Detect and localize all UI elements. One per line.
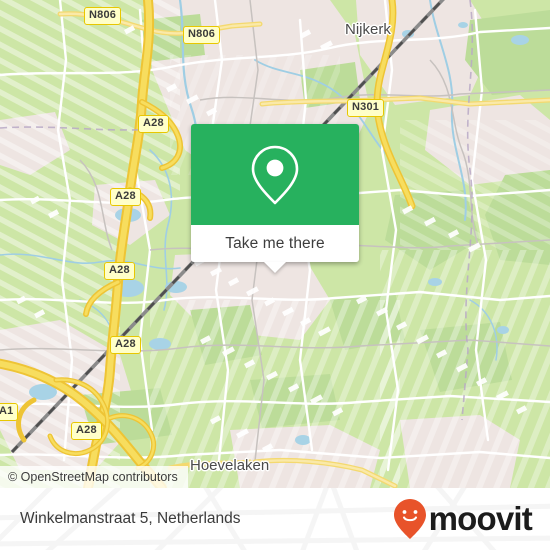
address-text: Winkelmanstraat 5, Netherlands — [20, 510, 241, 527]
take-me-there-label: Take me there — [225, 234, 325, 252]
road-shield-a1: A1 — [0, 403, 19, 421]
footer-bar: Winkelmanstraat 5, Netherlands moovit — [0, 488, 550, 550]
road-shield-a28-4: A28 — [110, 336, 141, 354]
road-shield-a28-1: A28 — [138, 115, 169, 133]
road-shield-n806-west: N806 — [84, 7, 122, 25]
callout-pointer-tail — [264, 262, 286, 273]
road-shield-a28-3: A28 — [104, 262, 135, 280]
map-canvas[interactable]: N806 N806 N301 A28 A28 A28 A28 A1 A28 Ni… — [0, 0, 550, 488]
location-callout-card[interactable]: Take me there — [191, 124, 359, 273]
map-attribution[interactable]: © OpenStreetMap contributors — [0, 466, 188, 488]
take-me-there-button[interactable]: Take me there — [191, 225, 359, 262]
moovit-logo[interactable]: moovit — [393, 488, 533, 550]
moovit-wordmark: moovit — [428, 499, 533, 537]
road-shield-n806-east: N806 — [183, 26, 221, 44]
road-shield-n301: N301 — [347, 99, 385, 117]
map-share-card: N806 N806 N301 A28 A28 A28 A28 A1 A28 Ni… — [0, 0, 550, 550]
address-label: Winkelmanstraat 5, Netherlands — [20, 488, 241, 550]
road-shield-a28-2: A28 — [110, 188, 141, 206]
map-pin-icon — [251, 145, 299, 204]
attribution-text: © OpenStreetMap contributors — [8, 470, 178, 484]
place-label-hoevelaken: Hoevelaken — [190, 457, 270, 474]
place-label-nijkerk: Nijkerk — [345, 21, 391, 38]
callout-icon-panel — [191, 124, 359, 225]
road-shield-a28-5: A28 — [71, 422, 102, 440]
moovit-pin-smiley-icon — [393, 499, 426, 539]
